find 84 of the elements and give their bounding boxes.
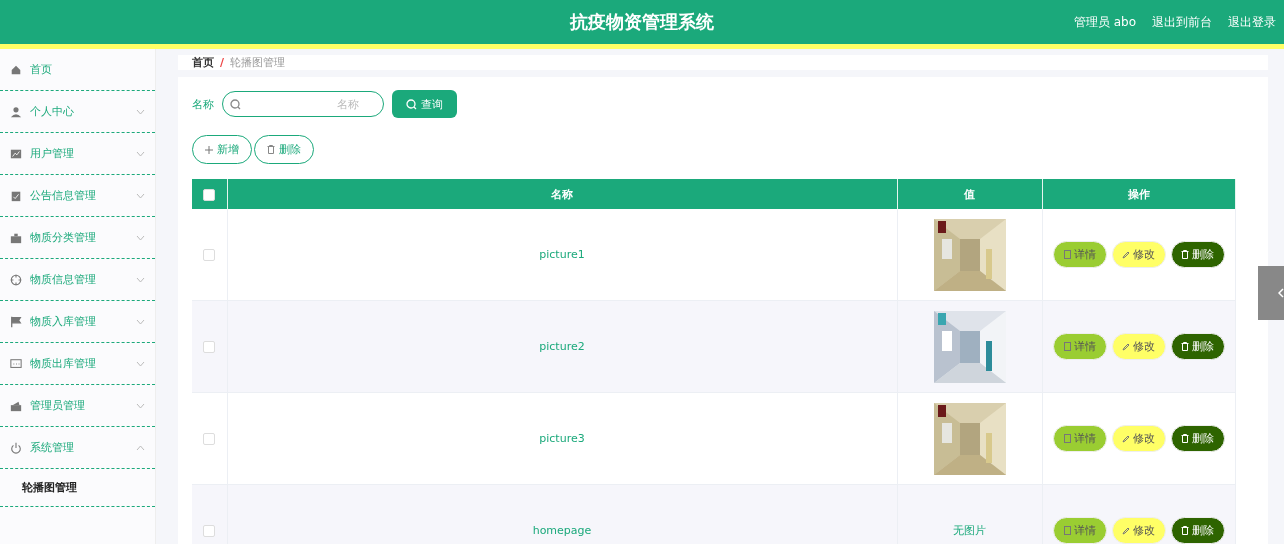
- table-cell: picture1: [539, 248, 585, 261]
- sidebar-item[interactable]: 物质分类管理: [0, 217, 155, 259]
- detail-button[interactable]: 详情: [1052, 425, 1107, 452]
- clipboard-icon: [10, 189, 22, 202]
- detail-button[interactable]: 详情: [1052, 333, 1107, 360]
- delete-button[interactable]: 删除: [1170, 333, 1225, 360]
- detail-button[interactable]: 详情: [1052, 517, 1107, 544]
- pencil-icon: [1122, 342, 1130, 351]
- row-checkbox[interactable]: [203, 249, 216, 261]
- trash-icon: [1181, 342, 1189, 351]
- chat-icon: [10, 357, 22, 370]
- wallet-icon: [10, 399, 22, 412]
- app-title: 抗疫物资管理系统: [570, 10, 714, 34]
- delete-button[interactable]: 删除: [254, 135, 314, 164]
- sidebar-item[interactable]: 管理员管理: [0, 385, 155, 427]
- query-button[interactable]: 查询: [392, 90, 457, 118]
- column-header: 操作: [1042, 179, 1235, 209]
- sidebar-item[interactable]: 个人中心: [0, 91, 155, 133]
- trash-icon: [1181, 250, 1189, 259]
- document-icon: [1063, 250, 1071, 259]
- column-header: 名称: [227, 179, 897, 209]
- chevron-up-icon: [136, 444, 145, 451]
- trash-icon: [1181, 434, 1189, 443]
- column-header: 值: [897, 179, 1042, 209]
- add-button[interactable]: 新增: [192, 135, 252, 164]
- sidebar-subitem[interactable]: 轮播图管理: [22, 479, 77, 495]
- chevron-down-icon: [136, 402, 145, 409]
- trash-icon: [267, 145, 275, 154]
- home-icon: [10, 63, 22, 76]
- chevron-down-icon: [136, 192, 145, 199]
- sidebar-item[interactable]: 物质出库管理: [0, 343, 155, 385]
- search-field[interactable]: 名称: [222, 91, 384, 117]
- briefcase-icon: [10, 231, 22, 244]
- side-handle[interactable]: [1258, 266, 1284, 320]
- header-link[interactable]: 退出到前台: [1152, 13, 1212, 31]
- document-icon: [1063, 526, 1071, 535]
- breadcrumb-link[interactable]: 首页: [192, 55, 214, 70]
- chevron-down-icon: [136, 150, 145, 157]
- chevron-down-icon: [136, 108, 145, 115]
- delete-button[interactable]: 删除: [1170, 425, 1225, 452]
- sidebar-item[interactable]: 首页: [0, 49, 155, 91]
- pencil-icon: [1122, 250, 1130, 259]
- edit-button[interactable]: 修改: [1111, 333, 1166, 360]
- search-label: 名称: [192, 96, 214, 112]
- detail-button[interactable]: 详情: [1052, 241, 1107, 268]
- user-icon: [10, 105, 22, 118]
- sidebar-item[interactable]: 物质信息管理: [0, 259, 155, 301]
- sidebar-item[interactable]: 公告信息管理: [0, 175, 155, 217]
- delete-button[interactable]: 删除: [1170, 517, 1225, 544]
- breadcrumb-separator: /: [220, 56, 225, 69]
- sidebar-item[interactable]: 系统管理: [0, 427, 155, 469]
- edit-button[interactable]: 修改: [1111, 241, 1166, 268]
- search-icon: [406, 98, 417, 110]
- flag-icon: [10, 315, 22, 328]
- chevron-down-icon: [136, 234, 145, 241]
- edit-button[interactable]: 修改: [1111, 517, 1166, 544]
- delete-button[interactable]: 删除: [1170, 241, 1225, 268]
- sidebar-item[interactable]: 用户管理: [0, 133, 155, 175]
- breadcrumb-current: 轮播图管理: [230, 55, 286, 70]
- chevron-down-icon: [136, 276, 145, 283]
- row-checkbox[interactable]: [203, 341, 216, 353]
- header-link[interactable]: 管理员 abo: [1073, 13, 1136, 31]
- compass-icon: [10, 273, 22, 286]
- table-cell: picture2: [539, 340, 585, 353]
- chevron-down-icon: [136, 318, 145, 325]
- chevron-down-icon: [136, 360, 145, 367]
- chevron-left-icon: [1278, 288, 1284, 298]
- table-cell: 无图片: [953, 524, 986, 537]
- row-checkbox[interactable]: [203, 433, 216, 445]
- pencil-icon: [1122, 434, 1130, 443]
- power-icon: [10, 441, 22, 454]
- chart-icon: [10, 147, 22, 160]
- sidebar-item[interactable]: 物质入库管理: [0, 301, 155, 343]
- header-link[interactable]: 退出登录: [1228, 13, 1276, 31]
- row-checkbox[interactable]: [203, 525, 216, 537]
- table-cell: homepage: [532, 524, 592, 537]
- select-all-checkbox[interactable]: [203, 188, 216, 201]
- trash-icon: [1181, 526, 1189, 535]
- table-cell: picture3: [539, 432, 585, 445]
- document-icon: [1063, 434, 1071, 443]
- edit-button[interactable]: 修改: [1111, 425, 1166, 452]
- plus-icon: [205, 145, 213, 154]
- document-icon: [1063, 342, 1071, 351]
- pencil-icon: [1122, 526, 1130, 535]
